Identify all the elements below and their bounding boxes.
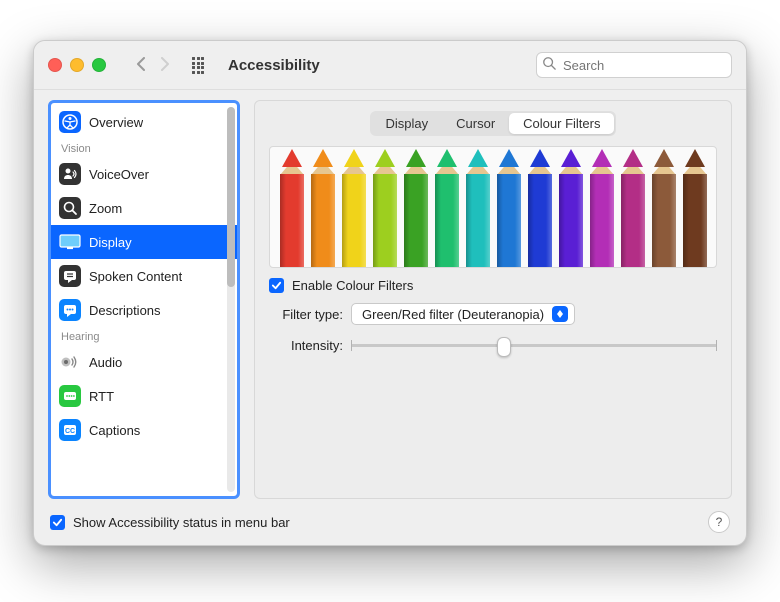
sidebar-item-label: RTT xyxy=(89,389,114,404)
sidebar-section-header: Vision xyxy=(51,139,237,157)
svg-text:CC: CC xyxy=(65,428,75,435)
pencil xyxy=(525,147,554,267)
preferences-window: Accessibility Overview Vision VoiceOver Zoo… xyxy=(33,40,747,546)
sidebar-section-header: Hearing xyxy=(51,327,237,345)
traffic-lights xyxy=(48,58,106,72)
display-icon xyxy=(59,231,81,253)
back-button[interactable] xyxy=(132,53,150,78)
content-pane: DisplayCursorColour Filters Enable Colou… xyxy=(254,100,732,499)
enable-colour-filters-label: Enable Colour Filters xyxy=(292,278,413,293)
sidebar-item-label: Display xyxy=(89,235,132,250)
sidebar-item-voiceover[interactable]: VoiceOver xyxy=(51,157,237,191)
pencil xyxy=(401,147,430,267)
tab-group: DisplayCursorColour Filters xyxy=(370,111,617,136)
show-status-label: Show Accessibility status in menu bar xyxy=(73,515,290,530)
sidebar-item-label: VoiceOver xyxy=(89,167,149,182)
sidebar-item-zoom[interactable]: Zoom xyxy=(51,191,237,225)
forward-button[interactable] xyxy=(156,53,174,78)
sidebar-item-label: Audio xyxy=(89,355,122,370)
minimize-button[interactable] xyxy=(70,58,84,72)
show-all-button[interactable] xyxy=(192,57,208,73)
tab-display[interactable]: Display xyxy=(372,113,443,134)
zoom-icon xyxy=(59,197,81,219)
search-icon xyxy=(542,56,556,73)
intensity-row: Intensity: xyxy=(269,335,717,355)
nav-arrows xyxy=(132,53,174,78)
sidebar-item-overview[interactable]: Overview xyxy=(51,105,237,139)
pencil xyxy=(618,147,647,267)
sidebar-item-display[interactable]: Display xyxy=(51,225,237,259)
filter-type-value: Green/Red filter (Deuteranopia) xyxy=(362,307,544,322)
pencil xyxy=(432,147,461,267)
close-button[interactable] xyxy=(48,58,62,72)
pencil xyxy=(494,147,523,267)
sidebar-item-captions[interactable]: CC Captions xyxy=(51,413,237,447)
sidebar-item-label: Captions xyxy=(89,423,140,438)
maximize-button[interactable] xyxy=(92,58,106,72)
sidebar-item-descriptions[interactable]: Descriptions xyxy=(51,293,237,327)
search-input[interactable] xyxy=(536,52,732,78)
pencil xyxy=(277,147,306,267)
pencil xyxy=(339,147,368,267)
sidebar: Overview Vision VoiceOver Zoom Display Spoken… xyxy=(48,100,240,499)
pencil xyxy=(680,147,709,267)
show-status-checkbox[interactable] xyxy=(50,515,65,530)
accessibility-icon xyxy=(59,111,81,133)
filter-type-row: Filter type: Green/Red filter (Deuterano… xyxy=(269,303,717,325)
filter-type-label: Filter type: xyxy=(269,307,343,322)
descriptions-icon xyxy=(59,299,81,321)
sidebar-item-label: Zoom xyxy=(89,201,122,216)
pencil xyxy=(308,147,337,267)
sidebar-item-label: Descriptions xyxy=(89,303,161,318)
pencil xyxy=(649,147,678,267)
captions-icon: CC xyxy=(59,419,81,441)
scrollbar-track[interactable] xyxy=(227,107,235,492)
sidebar-item-rtt[interactable]: RTT xyxy=(51,379,237,413)
sidebar-item-label: Overview xyxy=(89,115,143,130)
help-button[interactable]: ? xyxy=(708,511,730,533)
voiceover-icon xyxy=(59,163,81,185)
intensity-slider[interactable] xyxy=(351,335,717,355)
scrollbar-thumb[interactable] xyxy=(227,107,235,287)
tab-cursor[interactable]: Cursor xyxy=(442,113,509,134)
intensity-label: Intensity: xyxy=(269,338,343,353)
colour-filter-preview xyxy=(269,146,717,268)
spoken-content-icon xyxy=(59,265,81,287)
search-field[interactable] xyxy=(536,52,732,78)
pencil xyxy=(463,147,492,267)
chevron-updown-icon xyxy=(552,306,568,322)
enable-colour-filters-row: Enable Colour Filters xyxy=(269,278,717,293)
tab-colour-filters[interactable]: Colour Filters xyxy=(509,113,614,134)
pencil xyxy=(556,147,585,267)
pencil xyxy=(587,147,616,267)
sidebar-item-spoken-content[interactable]: Spoken Content xyxy=(51,259,237,293)
enable-colour-filters-checkbox[interactable] xyxy=(269,278,284,293)
rtt-icon xyxy=(59,385,81,407)
window-title: Accessibility xyxy=(228,57,320,74)
sidebar-item-audio[interactable]: Audio xyxy=(51,345,237,379)
sidebar-item-label: Spoken Content xyxy=(89,269,182,284)
toolbar: Accessibility xyxy=(34,41,746,90)
pencil xyxy=(370,147,399,267)
filter-type-popup[interactable]: Green/Red filter (Deuteranopia) xyxy=(351,303,575,325)
audio-icon xyxy=(59,351,81,373)
slider-thumb[interactable] xyxy=(497,337,511,357)
footer: Show Accessibility status in menu bar ? xyxy=(34,505,746,545)
